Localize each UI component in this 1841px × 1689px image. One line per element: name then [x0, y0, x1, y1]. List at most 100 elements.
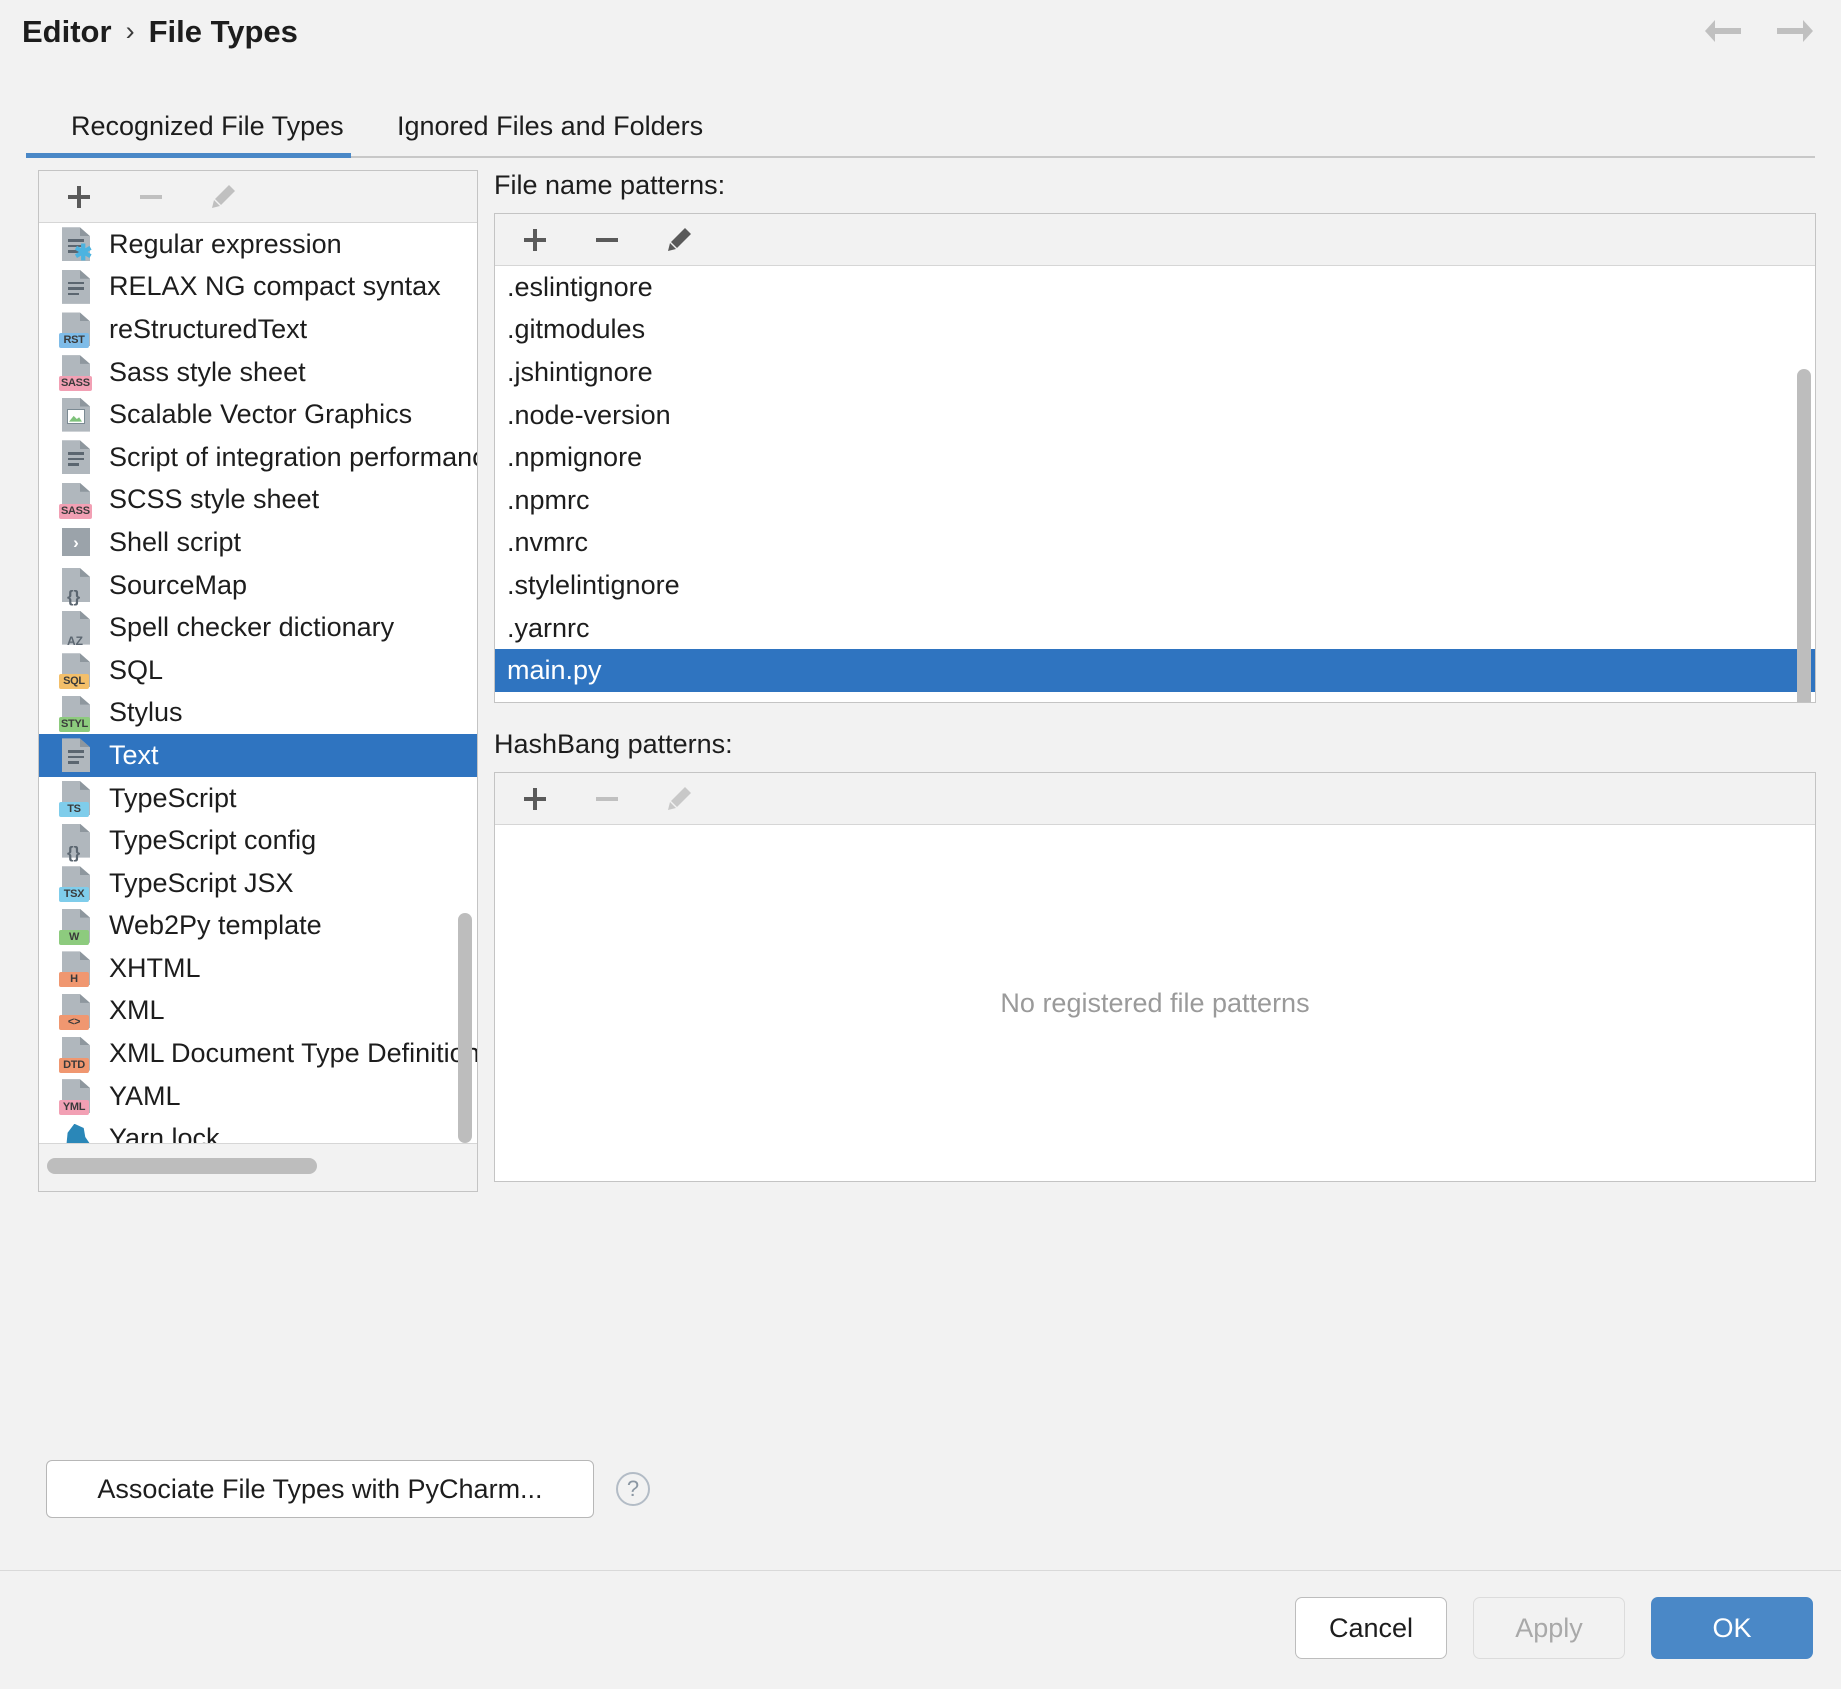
dialog-header: Editor › File Types	[0, 0, 1841, 78]
plus-icon[interactable]	[515, 220, 555, 260]
minus-icon[interactable]	[587, 220, 627, 260]
shell-script-icon: ›	[59, 523, 95, 561]
minus-icon	[131, 177, 171, 217]
file-name-patterns-label: File name patterns:	[494, 170, 1816, 201]
file-type-badge: H	[59, 972, 89, 987]
file-name-patterns-toolbar	[495, 214, 1815, 266]
file-type-list-item[interactable]: ›Shell script	[39, 521, 477, 564]
file-types-list[interactable]: ✱Regular expression RELAX NG compact synt…	[39, 223, 477, 1143]
file-name-pattern-item[interactable]: .node-version	[495, 394, 1815, 437]
file-type-list-item[interactable]: STYLStylus	[39, 692, 477, 735]
hashbang-patterns-label: HashBang patterns:	[494, 729, 1816, 760]
tab-ignored-files-and-folders[interactable]: Ignored Files and Folders	[381, 96, 719, 156]
file-type-list-item[interactable]: Text	[39, 734, 477, 777]
file-name-patterns-list[interactable]: .eslintignore .gitmodules .jshintignore .no…	[495, 266, 1815, 702]
file-type-list-item[interactable]: {}SourceMap	[39, 564, 477, 607]
file-name-pattern-item[interactable]: .stylelintignore	[495, 564, 1815, 607]
file-type-list-item[interactable]: RSTreStructuredText	[39, 308, 477, 351]
file-name-patterns-scrollbar[interactable]	[1797, 369, 1811, 703]
hashbang-patterns-box: No registered file patterns	[494, 772, 1816, 1182]
file-name-pattern-value: .stylelintignore	[507, 570, 680, 601]
plus-icon[interactable]	[515, 779, 555, 819]
file-name-pattern-item[interactable]: .nvmrc	[495, 522, 1815, 565]
file-name-pattern-item[interactable]: .npmrc	[495, 479, 1815, 522]
file-type-label: TypeScript JSX	[109, 868, 294, 899]
scrollbar-thumb[interactable]	[47, 1158, 317, 1174]
hashbang-patterns-toolbar	[495, 773, 1815, 825]
file-type-label: SCSS style sheet	[109, 484, 319, 515]
associate-file-types-button[interactable]: Associate File Types with PyCharm...	[46, 1460, 594, 1518]
file-types-vertical-scrollbar[interactable]	[458, 913, 472, 1143]
file-name-pattern-value: .yarnrc	[507, 613, 590, 644]
tab-bar: Recognized File Types Ignored Files and …	[26, 96, 1815, 160]
file-name-pattern-item[interactable]: main.py	[495, 649, 1815, 692]
file-type-label: Scalable Vector Graphics	[109, 399, 412, 430]
hashbang-patterns-list[interactable]: No registered file patterns	[495, 825, 1815, 1181]
pencil-icon[interactable]	[659, 220, 699, 260]
patterns-panel: File name patterns: .eslintignore .gitmod…	[494, 170, 1816, 1182]
file-type-badge: AZ	[67, 635, 83, 647]
file-type-label: Sass style sheet	[109, 357, 306, 388]
file-type-list-item[interactable]: Yarn lock	[39, 1117, 477, 1143]
file-type-list-item[interactable]: SASS Sass style sheet	[39, 351, 477, 394]
arrow-right-icon[interactable]	[1773, 16, 1817, 46]
file-type-label: YAML	[109, 1081, 181, 1112]
regex-file-icon: ✱	[59, 225, 95, 263]
file-name-pattern-item[interactable]: .eslintignore	[495, 266, 1815, 309]
sourcemap-file-icon: {}	[59, 566, 95, 604]
file-type-list-item[interactable]: SASSSCSS style sheet	[39, 479, 477, 522]
sass-file-icon: SASS	[59, 353, 95, 391]
typescript-config-icon: {}	[59, 822, 95, 860]
file-type-list-item[interactable]: YML YAML	[39, 1075, 477, 1118]
breadcrumb-current: File Types	[149, 14, 298, 50]
file-name-patterns-box: .eslintignore .gitmodules .jshintignore .no…	[494, 213, 1816, 703]
file-type-label: Web2Py template	[109, 910, 322, 941]
file-types-toolbar	[39, 171, 477, 223]
file-type-label: Text	[109, 740, 159, 771]
file-type-list-item[interactable]: {}TypeScript config	[39, 819, 477, 862]
file-type-badge: W	[59, 930, 89, 945]
file-type-list-item[interactable]: SQLSQL	[39, 649, 477, 692]
file-type-list-item[interactable]: ✱Regular expression	[39, 223, 477, 266]
tab-recognized-file-types[interactable]: Recognized File Types	[55, 96, 360, 156]
file-name-pattern-value: .nvmrc	[507, 527, 588, 558]
file-type-label: XML	[109, 995, 165, 1026]
arrow-left-icon[interactable]	[1701, 16, 1745, 46]
minus-icon	[587, 779, 627, 819]
file-type-list-item[interactable]: RELAX NG compact syntax	[39, 266, 477, 309]
breadcrumb: Editor › File Types	[22, 14, 298, 50]
file-type-list-item[interactable]: TSTypeScript	[39, 777, 477, 820]
file-name-pattern-item[interactable]: .gitmodules	[495, 309, 1815, 352]
plus-icon[interactable]	[59, 177, 99, 217]
file-type-label: XML Document Type Definition	[109, 1038, 477, 1069]
stylus-file-icon: STYL	[59, 694, 95, 732]
file-name-pattern-value: .gitmodules	[507, 314, 645, 345]
footer-divider	[0, 1570, 1841, 1571]
file-type-list-item[interactable]: TSX TypeScript JSX	[39, 862, 477, 905]
file-type-list-item[interactable]: W Web2Py template	[39, 905, 477, 948]
pencil-icon	[203, 177, 243, 217]
file-type-list-item[interactable]: AZSpell checker dictionary	[39, 606, 477, 649]
file-type-list-item[interactable]: Script of integration performance	[39, 436, 477, 479]
ok-button[interactable]: OK	[1651, 1597, 1813, 1659]
yaml-file-icon: YML	[59, 1077, 95, 1115]
file-type-badge: TSX	[59, 887, 89, 902]
file-type-badge: SQL	[59, 674, 89, 689]
file-name-pattern-item[interactable]: .jshintignore	[495, 351, 1815, 394]
file-type-list-item[interactable]: DTDXML Document Type Definition	[39, 1032, 477, 1075]
file-type-list-item[interactable]: <>XML	[39, 990, 477, 1033]
file-types-horizontal-scrollbar[interactable]	[39, 1143, 477, 1191]
question-mark-icon[interactable]: ?	[616, 1472, 650, 1506]
file-type-label: Yarn lock	[109, 1123, 220, 1143]
web2py-file-icon: W	[59, 907, 95, 945]
file-type-label: RELAX NG compact syntax	[109, 271, 441, 302]
file-type-list-item[interactable]: Scalable Vector Graphics	[39, 393, 477, 436]
sql-file-icon: SQL	[59, 651, 95, 689]
file-type-badge: YML	[59, 1100, 89, 1115]
breadcrumb-root[interactable]: Editor	[22, 14, 112, 50]
file-name-pattern-item[interactable]: .yarnrc	[495, 607, 1815, 650]
file-name-pattern-item[interactable]: .npmignore	[495, 436, 1815, 479]
file-type-list-item[interactable]: HXHTML	[39, 947, 477, 990]
cancel-button[interactable]: Cancel	[1295, 1597, 1447, 1659]
file-name-pattern-value: .jshintignore	[507, 357, 653, 388]
